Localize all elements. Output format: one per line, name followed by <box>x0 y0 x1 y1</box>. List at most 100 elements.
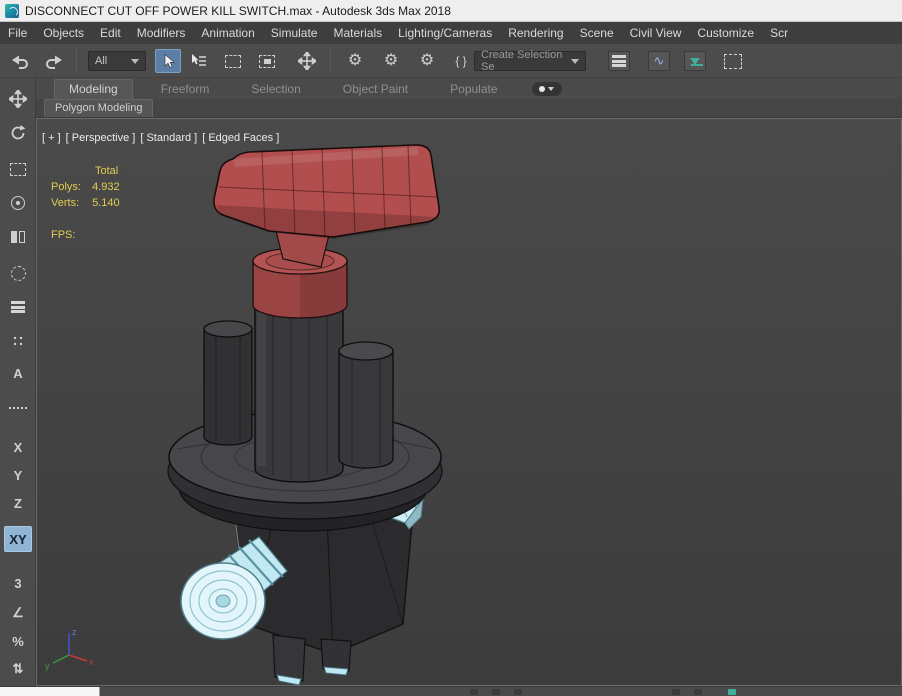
angle-snap-toggle[interactable]: ∠ <box>4 600 32 626</box>
model-3d-kill-switch[interactable]: x y z <box>37 119 902 686</box>
viewport-shading-menu[interactable]: [ Standard ] <box>140 132 197 144</box>
axis-z-glyph: z <box>72 627 77 637</box>
menu-simulate[interactable]: Simulate <box>263 22 326 44</box>
move-icon <box>9 90 27 108</box>
statusbar-icon[interactable] <box>470 689 478 695</box>
model-cylinder-left[interactable] <box>203 320 253 446</box>
percent-snap-icon: % <box>12 633 24 649</box>
menu-scripting-truncated[interactable]: Scr <box>762 22 796 44</box>
menu-materials[interactable]: Materials <box>325 22 390 44</box>
menu-modifiers[interactable]: Modifiers <box>129 22 194 44</box>
left-toolbar: A X Y Z XY 3 ∠ % ⇅ <box>0 78 36 686</box>
axis-x-glyph: x <box>89 657 94 667</box>
manipulate-gear-button-1[interactable]: ⚙ <box>342 49 368 73</box>
maxscript-mini-listener[interactable] <box>0 687 100 696</box>
manipulate-gear-button-3[interactable]: ⚙ <box>414 49 440 73</box>
window-crossing-icon <box>259 54 275 68</box>
marquee-rect-icon <box>225 54 241 68</box>
measure-tool[interactable] <box>4 394 32 420</box>
restrict-z-button[interactable]: Z <box>4 490 32 516</box>
angle-snap-icon: ∠ <box>12 605 24 620</box>
menu-animation[interactable]: Animation <box>193 22 262 44</box>
select-and-move-tool[interactable] <box>4 86 32 112</box>
rect-region-tool[interactable] <box>4 156 32 182</box>
window-crossing-toggle-button[interactable] <box>254 49 280 73</box>
mirror-tool[interactable] <box>4 224 32 250</box>
marquee-rect-icon <box>10 162 26 176</box>
keyboard-shortcut-override-button[interactable]: { } <box>448 49 474 73</box>
viewport-edged-faces-menu[interactable]: [ Edged Faces ] <box>202 132 279 144</box>
redo-button[interactable] <box>40 49 66 73</box>
stats-verts-row: Verts: 5.140 <box>51 195 120 211</box>
dotted-frame-icon <box>724 53 742 69</box>
statusbar-icon-teal[interactable] <box>728 689 736 695</box>
schematic-view-button[interactable] <box>682 49 708 73</box>
viewport-pov-menu[interactable]: [ Perspective ] <box>66 132 136 144</box>
select-by-name-icon <box>192 54 206 66</box>
menu-edit[interactable]: Edit <box>92 22 129 44</box>
layers-icon <box>612 55 626 67</box>
rectangular-selection-region-button[interactable] <box>220 49 246 73</box>
viewport-plus-menu[interactable]: [ + ] <box>42 132 61 144</box>
window-title: DISCONNECT CUT OFF POWER KILL SWITCH.max… <box>25 3 451 18</box>
polys-value: 4.932 <box>92 181 120 193</box>
curve-editor-button[interactable]: ∿ <box>646 49 672 73</box>
grid-snap-tool[interactable] <box>4 328 32 354</box>
snap-3d-label: 3 <box>14 575 22 591</box>
menu-customize[interactable]: Customize <box>689 22 762 44</box>
named-selection-value: Create Selection Se <box>481 49 563 73</box>
menu-file[interactable]: File <box>0 22 35 44</box>
menu-civil-view[interactable]: Civil View <box>622 22 690 44</box>
stats-polys-row: Polys: 4.932 <box>51 179 120 195</box>
menu-lighting-cameras[interactable]: Lighting/Cameras <box>390 22 500 44</box>
chevron-down-icon <box>131 58 139 64</box>
spinner-snap-toggle[interactable]: ⇅ <box>4 656 32 682</box>
select-and-move-button[interactable] <box>294 49 320 73</box>
layer-manager-button[interactable] <box>606 49 632 73</box>
tab-populate[interactable]: Populate <box>436 80 511 99</box>
tab-polygon-modeling[interactable]: Polygon Modeling <box>44 99 154 117</box>
cursor-icon <box>164 53 175 68</box>
undo-button[interactable] <box>8 49 34 73</box>
tab-selection[interactable]: Selection <box>237 80 314 99</box>
menu-rendering[interactable]: Rendering <box>500 22 571 44</box>
menu-objects[interactable]: Objects <box>35 22 92 44</box>
percent-snap-toggle[interactable]: % <box>4 628 32 654</box>
statusbar-icon[interactable] <box>514 689 522 695</box>
circle-region-tool[interactable] <box>4 260 32 286</box>
render-setup-button[interactable] <box>720 49 746 73</box>
named-selection-set-dropdown[interactable]: Create Selection Se <box>474 49 586 73</box>
toolbar-separator <box>76 49 77 73</box>
dots-grid-icon <box>10 333 26 349</box>
autogrid-toggle[interactable]: A <box>4 360 32 386</box>
menu-scene[interactable]: Scene <box>572 22 622 44</box>
select-object-button[interactable] <box>155 49 181 73</box>
gear-icon: ⚙ <box>419 52 435 69</box>
statusbar-icon[interactable] <box>492 689 500 695</box>
perspective-viewport[interactable]: [ + ] [ Perspective ] [ Standard ] [ Edg… <box>36 118 902 686</box>
restrict-xy-plane-button[interactable]: XY <box>4 526 32 552</box>
ruler-icon <box>9 405 27 409</box>
statusbar-icon[interactable] <box>694 689 702 695</box>
rotate-icon <box>11 125 26 140</box>
restrict-y-button[interactable]: Y <box>4 462 32 488</box>
select-by-name-button[interactable] <box>185 49 211 73</box>
select-and-rotate-tool[interactable] <box>4 120 32 146</box>
title-bar: DISCONNECT CUT OFF POWER KILL SWITCH.max… <box>0 0 902 22</box>
tab-modeling[interactable]: Modeling <box>54 79 133 99</box>
selection-filter-dropdown[interactable]: All <box>88 51 146 71</box>
align-tool[interactable] <box>4 294 32 320</box>
select-and-place-tool[interactable] <box>4 190 32 216</box>
axis-y-label: Y <box>13 467 23 483</box>
sphere-icon <box>11 196 25 210</box>
tab-freeform[interactable]: Freeform <box>147 80 224 99</box>
model-cylinder-right[interactable] <box>338 341 394 469</box>
snaps-toggle-3d[interactable]: 3 <box>4 570 32 596</box>
statusbar-icon[interactable] <box>672 689 680 695</box>
ribbon-minimize-button[interactable] <box>531 82 562 96</box>
restrict-x-button[interactable]: X <box>4 434 32 460</box>
tab-object-paint[interactable]: Object Paint <box>329 80 422 99</box>
manipulate-gear-button-2[interactable]: ⚙ <box>378 49 404 73</box>
model-red-handle[interactable] <box>213 144 441 239</box>
ribbon-panel-bar: Polygon Modeling <box>36 99 902 118</box>
